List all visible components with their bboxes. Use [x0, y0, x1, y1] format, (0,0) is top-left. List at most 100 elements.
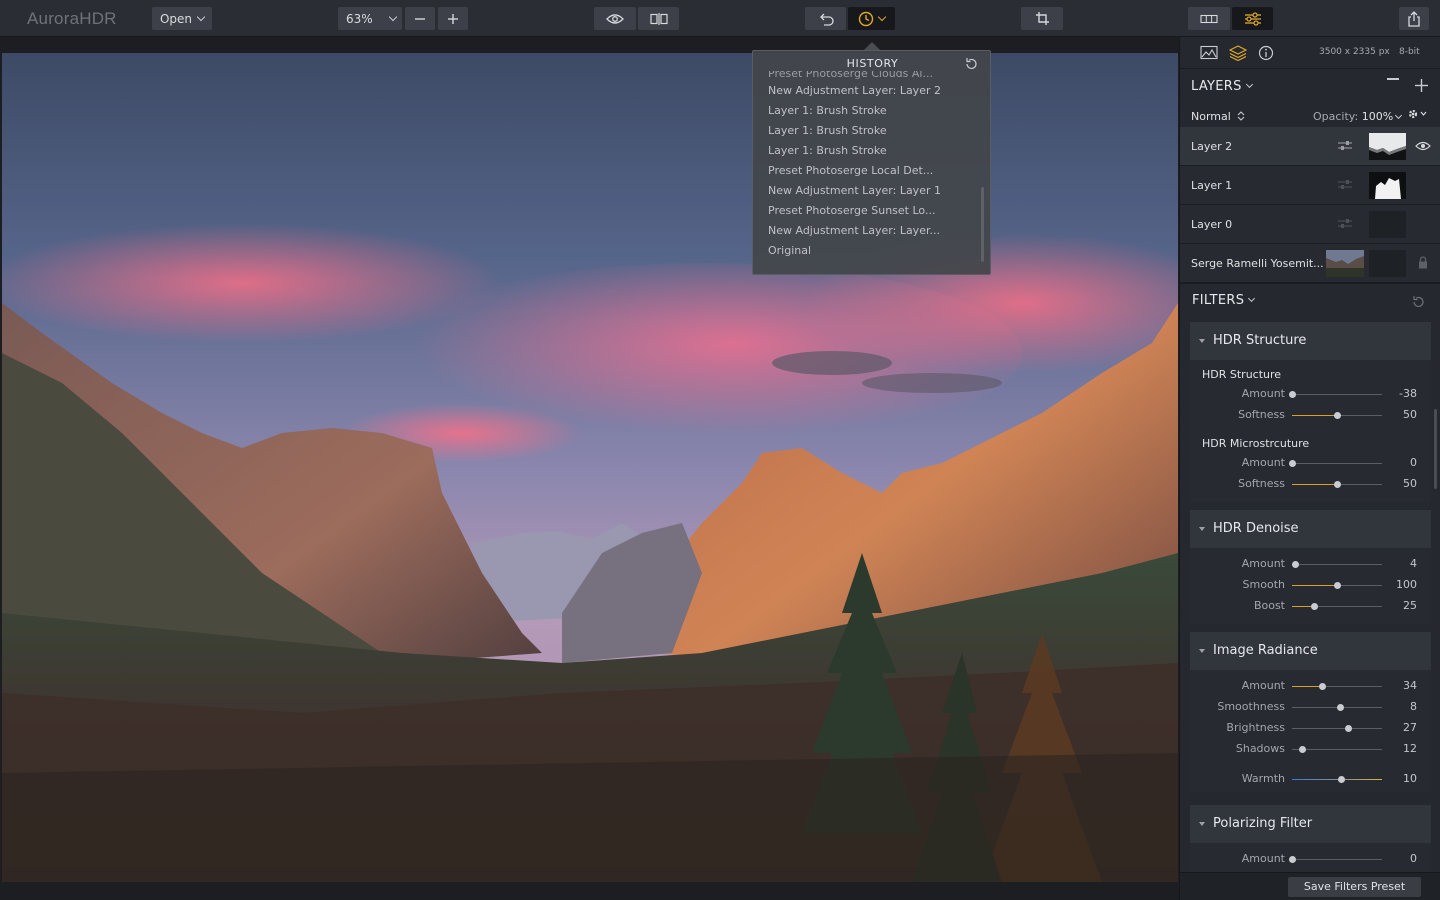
layer-settings-gear-icon[interactable] — [1406, 107, 1428, 121]
filters-section-toggle[interactable]: FILTERS — [1192, 293, 1256, 308]
base-image-thumbnail[interactable] — [1326, 250, 1364, 277]
split-compare-icon — [649, 12, 668, 25]
history-item[interactable]: Original — [768, 241, 978, 261]
history-item[interactable]: New Adjustment Layer: Layer 1 — [768, 181, 978, 201]
adjustment-sliders-icon[interactable] — [1337, 140, 1353, 152]
subsection-title: HDR Microstrcuture — [1202, 437, 1310, 450]
layer-row-layer-0[interactable]: Layer 0 — [1180, 205, 1440, 244]
slider-knob[interactable] — [1292, 561, 1300, 568]
share-button[interactable] — [1399, 7, 1429, 30]
slider-smoothness[interactable]: Smoothness 8 — [1190, 699, 1431, 715]
layer-mask-thumbnail[interactable] — [1369, 250, 1406, 277]
adjustment-sliders-icon[interactable] — [1337, 179, 1353, 191]
slider-boost[interactable]: Boost 25 — [1190, 598, 1431, 614]
adjustment-sliders-icon[interactable] — [1337, 218, 1353, 230]
layers-section-toggle[interactable]: LAYERS — [1191, 79, 1253, 94]
slider-track[interactable] — [1292, 859, 1382, 860]
slider-track[interactable] — [1292, 728, 1382, 729]
zoom-select[interactable]: 63% — [338, 7, 402, 30]
history-scrollbar[interactable] — [981, 187, 984, 262]
history-item[interactable]: Layer 1: Brush Stroke — [768, 121, 978, 141]
history-item[interactable]: New Adjustment Layer: Layer... — [768, 221, 978, 241]
slider-track[interactable] — [1292, 564, 1382, 565]
slider-knob[interactable] — [1333, 582, 1341, 589]
slider-warmth[interactable]: Warmth 10 — [1190, 771, 1431, 787]
zoom-in-button[interactable] — [438, 7, 468, 30]
slider-knob[interactable] — [1299, 746, 1307, 753]
layer-mask-thumbnail[interactable] — [1369, 133, 1406, 160]
slider-shadows[interactable]: Shadows 12 — [1190, 741, 1431, 757]
slider-track[interactable] — [1292, 463, 1382, 464]
layer-mask-thumbnail[interactable] — [1369, 211, 1406, 238]
slider-knob[interactable] — [1337, 704, 1345, 711]
slider-softness[interactable]: Softness 50 — [1190, 407, 1431, 423]
photo-canvas[interactable] — [2, 53, 1178, 882]
zoom-out-button[interactable] — [405, 7, 435, 30]
undo-button[interactable] — [805, 7, 846, 30]
info-icon[interactable] — [1258, 45, 1274, 61]
slider-amount[interactable]: Amount 34 — [1190, 678, 1431, 694]
history-title: HISTORY — [846, 57, 899, 70]
add-layer-button[interactable] — [1415, 79, 1428, 92]
open-button[interactable]: Open — [152, 7, 212, 30]
panel-scrollbar[interactable] — [1434, 409, 1437, 489]
filter-header[interactable]: HDR Structure — [1190, 322, 1431, 360]
slider-brightness[interactable]: Brightness 27 — [1190, 720, 1431, 736]
layer-row-layer-1[interactable]: Layer 1 — [1180, 166, 1440, 205]
slider-knob[interactable] — [1333, 481, 1341, 488]
warmth-gradient-track[interactable] — [1292, 779, 1382, 780]
preview-button[interactable] — [594, 7, 636, 30]
layer-row-layer-2[interactable]: Layer 2 — [1180, 127, 1440, 166]
slider-knob[interactable] — [1319, 683, 1327, 690]
mask-thumbnail-image — [1369, 133, 1406, 160]
history-item[interactable]: Preset Photoserge Sunset Lo... — [768, 201, 978, 221]
presets-panel-button[interactable] — [1188, 7, 1230, 30]
slider-amount[interactable]: Amount 4 — [1190, 556, 1431, 572]
slider-amount[interactable]: Amount 0 — [1190, 455, 1431, 471]
filter-header[interactable]: HDR Denoise — [1190, 510, 1431, 548]
save-filters-preset-button[interactable]: Save Filters Preset — [1288, 877, 1421, 897]
slider-knob[interactable] — [1288, 391, 1296, 398]
layers-icon[interactable] — [1229, 45, 1247, 61]
visibility-eye-icon[interactable] — [1415, 141, 1431, 151]
slider-knob[interactable] — [1311, 603, 1318, 610]
layer-mask-thumbnail[interactable] — [1369, 172, 1406, 199]
reset-filters-icon[interactable] — [1411, 295, 1425, 309]
slider-amount[interactable]: Amount -38 — [1190, 386, 1431, 402]
subsection-title: HDR Structure — [1202, 368, 1282, 381]
compare-button[interactable] — [638, 7, 679, 30]
slider-knob[interactable] — [1288, 856, 1296, 863]
layers-title: LAYERS — [1191, 79, 1242, 94]
blend-mode-select[interactable]: Normal — [1191, 110, 1245, 123]
slider-label: Softness — [1238, 408, 1285, 421]
remove-layer-button[interactable] — [1387, 78, 1399, 80]
top-toolbar: AuroraHDR Open 63% — [0, 0, 1440, 37]
history-item[interactable]: Preset Photoserge Local Det... — [768, 161, 978, 181]
slider-value: 0 — [1410, 456, 1417, 469]
filter-header[interactable]: Polarizing Filter — [1190, 805, 1431, 843]
chevron-down-icon — [1248, 294, 1256, 303]
slider-softness[interactable]: Softness 50 — [1190, 476, 1431, 492]
image-dimensions: 3500 x 2335 px — [1319, 47, 1390, 57]
crop-icon — [1035, 12, 1049, 25]
crop-button[interactable] — [1021, 7, 1063, 30]
slider-track[interactable] — [1292, 394, 1382, 395]
slider-knob[interactable] — [1333, 412, 1341, 419]
adjustments-panel-button[interactable] — [1232, 7, 1273, 30]
layer-row-base-image[interactable]: Serge Ramelli Yosemit... — [1180, 244, 1440, 283]
chevron-down-icon — [1245, 80, 1253, 89]
history-item[interactable]: New Adjustment Layer: Layer 2 — [768, 81, 978, 101]
history-item[interactable]: Preset Photoserge Clouds Al... — [768, 71, 978, 81]
slider-amount[interactable]: Amount 0 — [1190, 851, 1431, 867]
slider-knob[interactable] — [1338, 776, 1345, 783]
history-item[interactable]: Layer 1: Brush Stroke — [768, 141, 978, 161]
slider-smooth[interactable]: Smooth 100 — [1190, 577, 1431, 593]
slider-knob[interactable] — [1345, 725, 1353, 732]
histogram-icon[interactable] — [1200, 45, 1218, 60]
history-item[interactable]: Layer 1: Brush Stroke — [768, 101, 978, 121]
history-button[interactable] — [848, 7, 895, 30]
slider-value: 8 — [1410, 700, 1417, 713]
slider-knob[interactable] — [1288, 460, 1296, 467]
opacity-select[interactable]: Opacity: 100% — [1313, 110, 1403, 123]
filter-header[interactable]: Image Radiance — [1190, 632, 1431, 670]
